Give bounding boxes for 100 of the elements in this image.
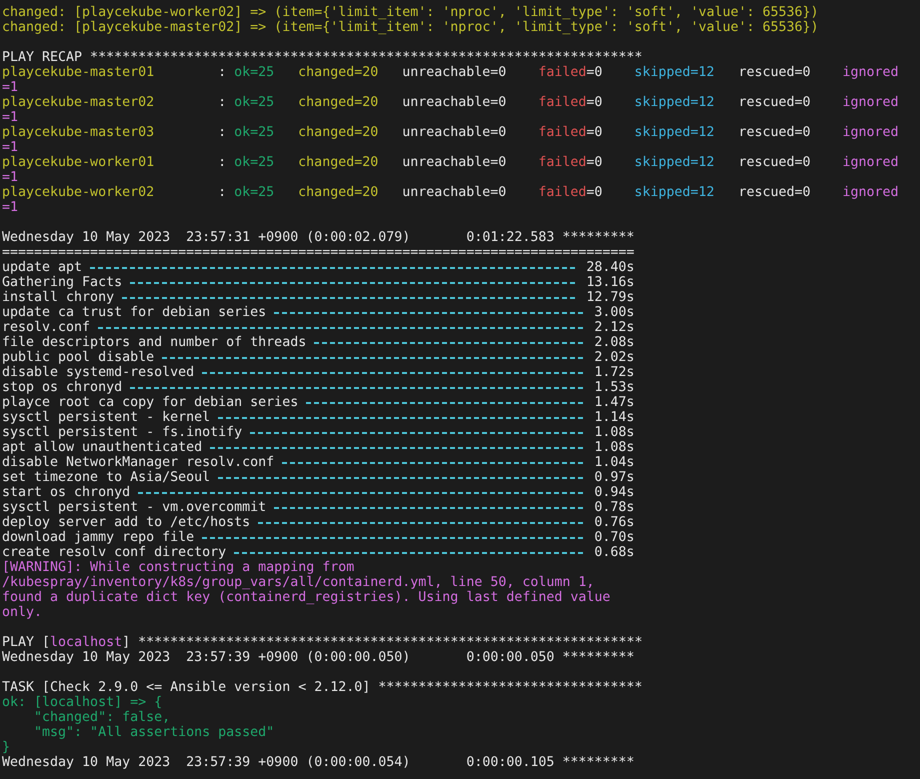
task-name: create resolv conf directory (2, 545, 226, 560)
task-duration: 13.16s (586, 275, 634, 290)
task-name: update apt (2, 260, 82, 275)
task-duration: 0.78s (594, 500, 634, 515)
task-duration: 3.00s (594, 305, 634, 320)
host-name: playcekube-worker02 (2, 185, 154, 200)
recap-stat: ok=25 (234, 185, 274, 200)
recap-stat: changed=20 (298, 155, 378, 170)
task-name: sysctl persistent - kernel (2, 410, 210, 425)
recap-stat: skipped=12 (634, 155, 714, 170)
recap-stat: ok=25 (234, 65, 274, 80)
recap-header: PLAY RECAP ********************************************************************* (2, 50, 642, 65)
recap-stat: rescued=0 (738, 125, 810, 140)
timestamp-line: Wednesday 10 May 2023 23:57:39 +0900 (0:00:00.050) 0:00:00.050 ********* (2, 650, 634, 665)
task-name: sysctl persistent - vm.overcommit (2, 500, 266, 515)
task-name: start os chronyd (2, 485, 130, 500)
task-header: TASK [Check 2.9.0 <= Ansible version < 2.12.0] ********************************* (2, 680, 642, 695)
task-name: update ca trust for debian series (2, 305, 266, 320)
wrapped-text: =1 (2, 140, 18, 155)
recap-stat: failed=0 (538, 95, 602, 110)
separator-text: : (218, 125, 226, 140)
task-duration: 1.72s (594, 365, 634, 380)
task-duration: 0.97s (594, 470, 634, 485)
task-name: disable systemd-resolved (2, 365, 194, 380)
recap-stat: skipped=12 (634, 185, 714, 200)
task-duration: 2.08s (594, 335, 634, 350)
wrapped-text: =1 (2, 80, 18, 95)
task-duration: 1.08s (594, 440, 634, 455)
warning-message: [WARNING]: While constructing a mapping from /kubespray/inventory/k8s/group_vars/all/containerd.yml, line 50, column 1, found a duplicate dict key (containerd_registries). Using last defined value only. (2, 560, 612, 620)
task-name: disable NetworkManager resolv.conf (2, 455, 274, 470)
task-duration: 1.53s (594, 380, 634, 395)
host-name: playcekube-master03 (2, 125, 154, 140)
task-name: file descriptors and number of threads (2, 335, 306, 350)
result-line: } (2, 740, 10, 755)
output-line: changed: [playcekube-master02] => (item={'limit_item': 'nproc', 'limit_type': 'soft', 'value': 65536}) (2, 20, 819, 35)
recap-stat: failed=0 (538, 155, 602, 170)
result-line: "changed": false, (33, 710, 170, 725)
task-duration: 1.08s (594, 425, 634, 440)
recap-stat: rescued=0 (738, 155, 810, 170)
task-name: playce root ca copy for debian series (2, 395, 298, 410)
recap-stat: unreachable=0 (402, 95, 506, 110)
host-name: playcekube-master02 (2, 95, 154, 110)
recap-stat: ignored (842, 65, 899, 80)
task-duration: 1.04s (594, 455, 634, 470)
recap-stat: ignored (842, 185, 899, 200)
task-name: download jammy repo file (2, 530, 194, 545)
recap-stat: rescued=0 (738, 65, 810, 80)
recap-stat: failed=0 (538, 125, 602, 140)
separator-text: : (218, 95, 226, 110)
recap-stat: changed=20 (298, 185, 378, 200)
task-name: install chrony (2, 290, 114, 305)
task-duration: 0.76s (594, 515, 634, 530)
task-duration: 2.02s (594, 350, 634, 365)
task-name: set timezone to Asia/Seoul (2, 470, 210, 485)
rule-line: =============================================================================== (2, 245, 634, 260)
host-name: playcekube-master01 (2, 65, 154, 80)
recap-stat: failed=0 (538, 65, 602, 80)
task-name: resolv.conf (2, 320, 90, 335)
play-header: PLAY [localhost] *************************************************************** (2, 635, 642, 650)
task-duration: 0.94s (594, 485, 634, 500)
recap-stat: unreachable=0 (402, 155, 506, 170)
separator-text: : (218, 65, 226, 80)
recap-stat: ok=25 (234, 95, 274, 110)
recap-stat: failed=0 (538, 185, 602, 200)
task-name: sysctl persistent - fs.inotify (2, 425, 242, 440)
wrapped-text: =1 (2, 110, 18, 125)
task-name: apt allow unauthenticated (2, 440, 202, 455)
recap-stat: ignored (842, 155, 899, 170)
separator-text: : (218, 155, 226, 170)
recap-stat: rescued=0 (738, 95, 810, 110)
separator-text: : (218, 185, 226, 200)
task-name: deploy server add to /etc/hosts (2, 515, 250, 530)
output-line: changed: [playcekube-worker02] => (item={'limit_item': 'nproc', 'limit_type': 'soft', 'value': 65536}) (2, 5, 819, 20)
recap-stat: unreachable=0 (402, 185, 506, 200)
wrapped-text: =1 (2, 200, 18, 215)
task-duration: 0.70s (594, 530, 634, 545)
task-duration: 2.12s (594, 320, 634, 335)
result-line: "msg": "All assertions passed" (33, 725, 274, 740)
recap-stat: changed=20 (298, 65, 378, 80)
recap-stat: rescued=0 (738, 185, 810, 200)
host-name: playcekube-worker01 (2, 155, 154, 170)
recap-stat: ignored (842, 95, 899, 110)
recap-stat: ok=25 (234, 155, 274, 170)
wrapped-text: =1 (2, 170, 18, 185)
task-duration: 12.79s (586, 290, 634, 305)
task-name: stop os chronyd (2, 380, 122, 395)
task-duration: 1.14s (594, 410, 634, 425)
recap-stat: ignored (842, 125, 899, 140)
task-duration: 1.47s (594, 395, 634, 410)
task-name: public pool disable (2, 350, 154, 365)
task-duration: 0.68s (594, 545, 634, 560)
timestamp-line: Wednesday 10 May 2023 23:57:39 +0900 (0:00:00.054) 0:00:00.105 ********* (2, 755, 634, 770)
recap-stat: skipped=12 (634, 65, 714, 80)
recap-stat: unreachable=0 (402, 65, 506, 80)
recap-stat: skipped=12 (634, 95, 714, 110)
timestamp-line: Wednesday 10 May 2023 23:57:31 +0900 (0:00:02.079) 0:01:22.583 ********* (2, 230, 634, 245)
recap-stat: ok=25 (234, 125, 274, 140)
recap-stat: skipped=12 (634, 125, 714, 140)
task-duration: 28.40s (586, 260, 634, 275)
recap-stat: changed=20 (298, 95, 378, 110)
